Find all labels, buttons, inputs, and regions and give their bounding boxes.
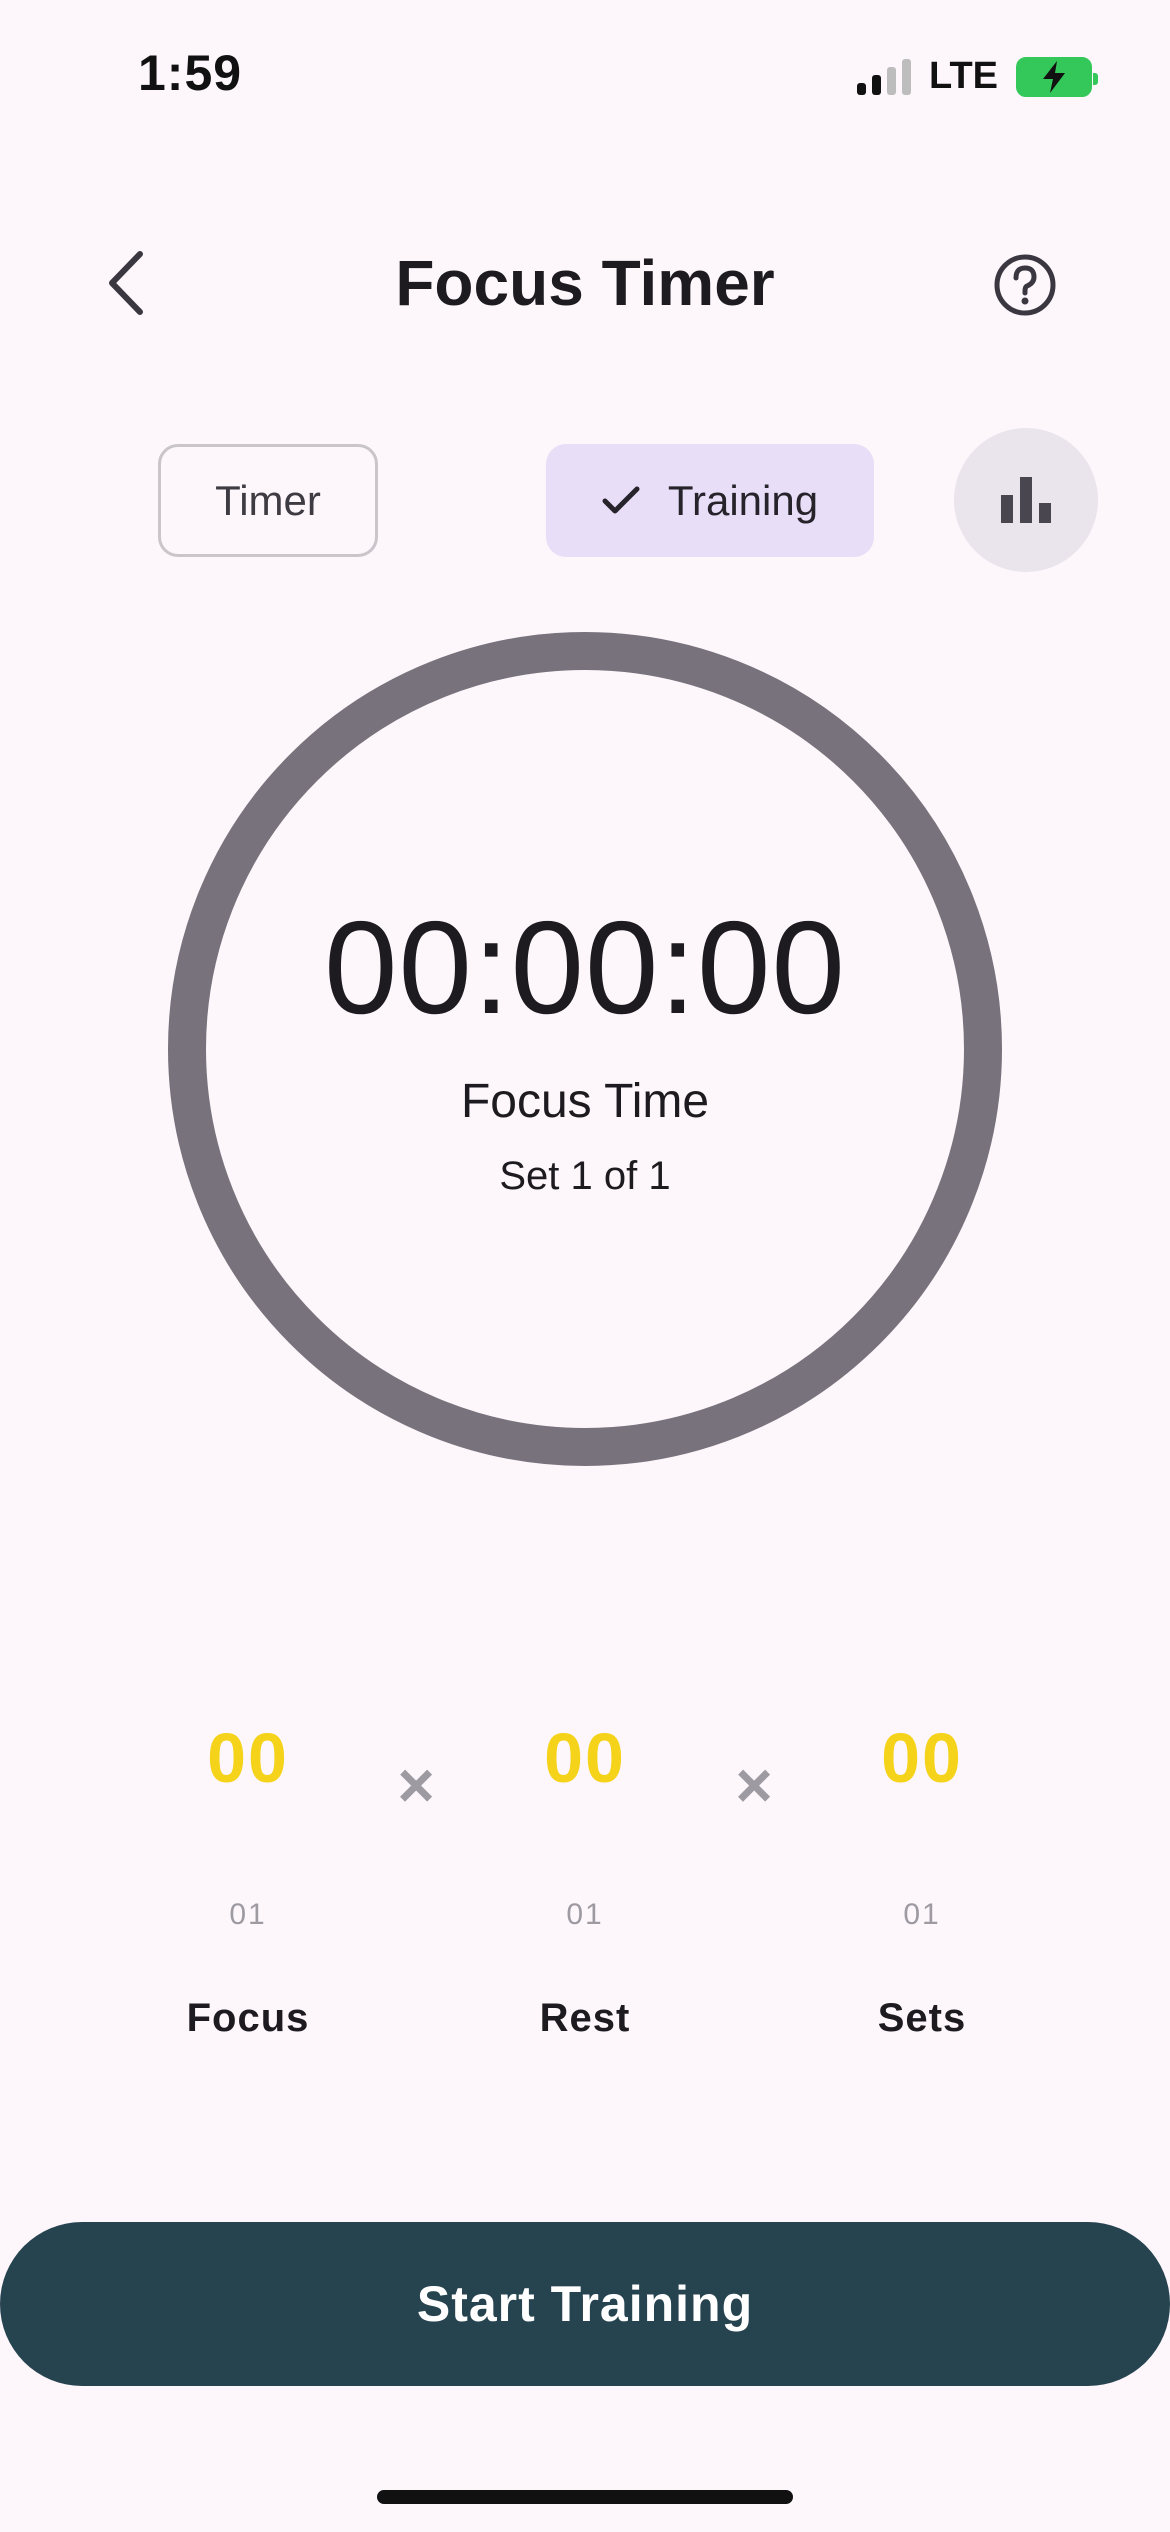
check-icon bbox=[602, 486, 640, 513]
stats-button[interactable] bbox=[954, 428, 1098, 572]
time-display: 00:00:00 bbox=[324, 894, 846, 1041]
home-indicator[interactable] bbox=[377, 2490, 793, 2504]
start-training-label: Start Training bbox=[416, 2276, 754, 2332]
sets-picker-next[interactable]: 01 bbox=[822, 1898, 1022, 1932]
progress-ring bbox=[168, 632, 1002, 1466]
focus-label: Focus bbox=[186, 1996, 310, 2040]
phase-label: Focus Time bbox=[460, 1075, 710, 1128]
tab-training-label: Training bbox=[667, 476, 819, 524]
sets-picker-value[interactable]: 00 bbox=[822, 1718, 1022, 1798]
battery-icon bbox=[1016, 56, 1098, 97]
start-training-button[interactable]: Start Training bbox=[0, 2222, 1170, 2386]
help-circle-icon bbox=[994, 254, 1056, 316]
tab-timer[interactable]: Timer bbox=[158, 444, 378, 557]
focus-picker-next[interactable]: 01 bbox=[148, 1898, 348, 1932]
focus-picker-value[interactable]: 00 bbox=[148, 1718, 348, 1798]
times-separator: × bbox=[397, 1749, 435, 1821]
sets-label: Sets bbox=[877, 1996, 967, 2040]
rest-picker-next[interactable]: 01 bbox=[485, 1898, 685, 1932]
screen: 1:59 LTE Focus Timer Timer Training 00:0… bbox=[0, 0, 1170, 2532]
status-time: 1:59 bbox=[138, 45, 243, 101]
tab-timer-label: Timer bbox=[215, 476, 321, 524]
rest-label: Rest bbox=[539, 1996, 631, 2040]
set-progress-label: Set 1 of 1 bbox=[499, 1154, 671, 1198]
signal-icon bbox=[857, 58, 912, 95]
rest-picker-value[interactable]: 00 bbox=[485, 1718, 685, 1798]
times-separator: × bbox=[735, 1749, 773, 1821]
help-button[interactable] bbox=[993, 253, 1057, 317]
bar-chart-icon bbox=[1001, 477, 1051, 523]
status-indicators: LTE bbox=[857, 55, 1098, 98]
tab-training[interactable]: Training bbox=[546, 444, 874, 557]
network-label: LTE bbox=[929, 55, 998, 97]
